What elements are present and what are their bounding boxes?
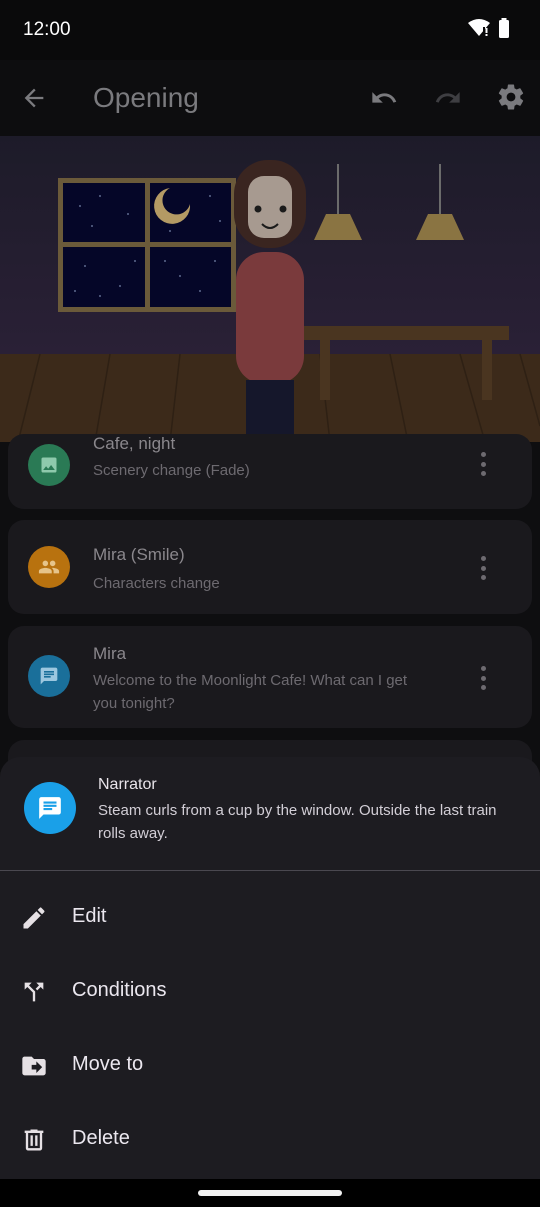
trash-icon [24, 1129, 44, 1151]
item-subtitle: Welcome to the Moonlight Cafe! What can … [93, 672, 408, 712]
conditions-action[interactable]: Conditions [0, 955, 540, 1029]
bottom-sheet: Narrator Steam curls from a cup by the w… [0, 757, 540, 1179]
scene-illustration [0, 136, 540, 442]
page-title: Opening [93, 82, 199, 113]
chat-bubble-icon [24, 782, 76, 834]
item-title: Mira (Smile) [93, 545, 185, 564]
sheet-header: Narrator Steam curls from a cup by the w… [0, 757, 540, 870]
scene-preview [0, 136, 540, 442]
chat-bubble-icon [28, 655, 70, 697]
delete-action[interactable]: Delete [0, 1103, 540, 1177]
more-vert-icon[interactable] [480, 666, 486, 690]
back-arrow-icon[interactable] [20, 84, 48, 112]
people-icon [28, 546, 70, 588]
action-label: Move to [72, 1053, 144, 1075]
undo-icon[interactable] [368, 84, 400, 112]
more-vert-icon[interactable] [480, 556, 486, 580]
speaker-name: Narrator [98, 776, 157, 793]
item-title: Cafe, night [93, 434, 176, 453]
item-title: Mira [93, 644, 127, 663]
pencil-icon [23, 907, 45, 929]
status-bar: 12:00 [0, 0, 540, 60]
status-time: 12:00 [23, 19, 71, 40]
item-subtitle: Scenery change (Fade) [93, 462, 250, 479]
action-label: Edit [72, 905, 107, 927]
wifi-icon [468, 19, 490, 36]
folder-move-icon [22, 1056, 46, 1076]
action-label: Conditions [72, 979, 167, 1001]
action-label: Delete [72, 1127, 130, 1149]
list-item[interactable]: Mira Welcome to the Moonlight Cafe! What… [8, 626, 532, 728]
status-icons [468, 18, 510, 38]
settings-gear-icon[interactable] [496, 82, 526, 112]
dialogue-text: Steam curls from a cup by the window. Ou… [98, 802, 497, 842]
redo-icon[interactable] [432, 84, 464, 112]
item-subtitle: Characters change [93, 575, 220, 592]
step-list: Cafe, night Scenery change (Fade) Mira (… [0, 434, 540, 800]
home-gesture-handle[interactable] [198, 1190, 342, 1196]
list-item[interactable]: Mira (Smile) Characters change [8, 520, 532, 614]
divider [0, 870, 540, 871]
edit-action[interactable]: Edit [0, 881, 540, 955]
move-to-action[interactable]: Move to [0, 1029, 540, 1103]
image-icon [28, 444, 70, 486]
more-vert-icon[interactable] [480, 452, 486, 476]
battery-icon [499, 18, 509, 38]
system-nav-bar [0, 1179, 540, 1207]
branch-icon [24, 982, 44, 1002]
app-bar: Opening [0, 60, 540, 136]
list-item[interactable]: Cafe, night Scenery change (Fade) [8, 434, 532, 509]
